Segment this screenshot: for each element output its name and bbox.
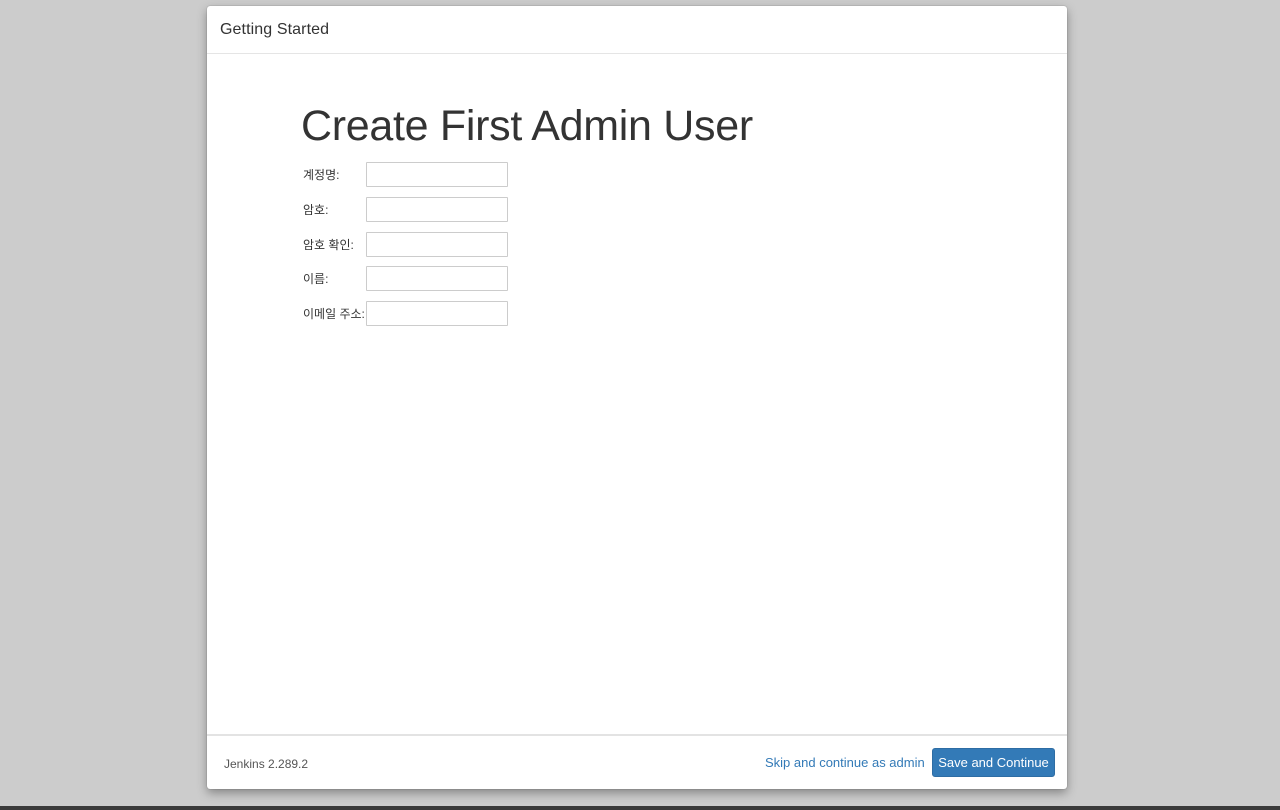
dialog-header: Getting Started — [207, 6, 1067, 54]
window-bottom-edge — [0, 806, 1280, 810]
email-row: 이메일 주소: — [303, 301, 523, 327]
password-label: 암호: — [303, 203, 329, 217]
confirm-password-row: 암호 확인: — [303, 232, 523, 258]
dialog-body: Create First Admin User 계정명: 암호: 암호 확인: … — [207, 54, 1067, 734]
full-name-label: 이름: — [303, 272, 329, 286]
dialog-footer: Jenkins 2.289.2 Skip and continue as adm… — [207, 734, 1067, 789]
password-row: 암호: — [303, 197, 523, 223]
email-label: 이메일 주소: — [303, 307, 365, 321]
username-input[interactable] — [366, 162, 508, 187]
confirm-password-label: 암호 확인: — [303, 238, 354, 252]
page-title: Create First Admin User — [301, 102, 753, 150]
password-input[interactable] — [366, 197, 508, 222]
dialog-title: Getting Started — [220, 21, 330, 38]
confirm-password-input[interactable] — [366, 232, 508, 257]
setup-wizard-dialog: Getting Started Create First Admin User … — [207, 6, 1067, 789]
username-row: 계정명: — [303, 162, 523, 188]
full-name-input[interactable] — [366, 266, 508, 291]
skip-continue-as-admin-link[interactable]: Skip and continue as admin — [765, 755, 925, 770]
full-name-row: 이름: — [303, 266, 523, 292]
username-label: 계정명: — [303, 168, 340, 182]
version-label: Jenkins 2.289.2 — [224, 757, 309, 771]
save-and-continue-button[interactable]: Save and Continue — [932, 748, 1055, 777]
email-input[interactable] — [366, 301, 508, 326]
